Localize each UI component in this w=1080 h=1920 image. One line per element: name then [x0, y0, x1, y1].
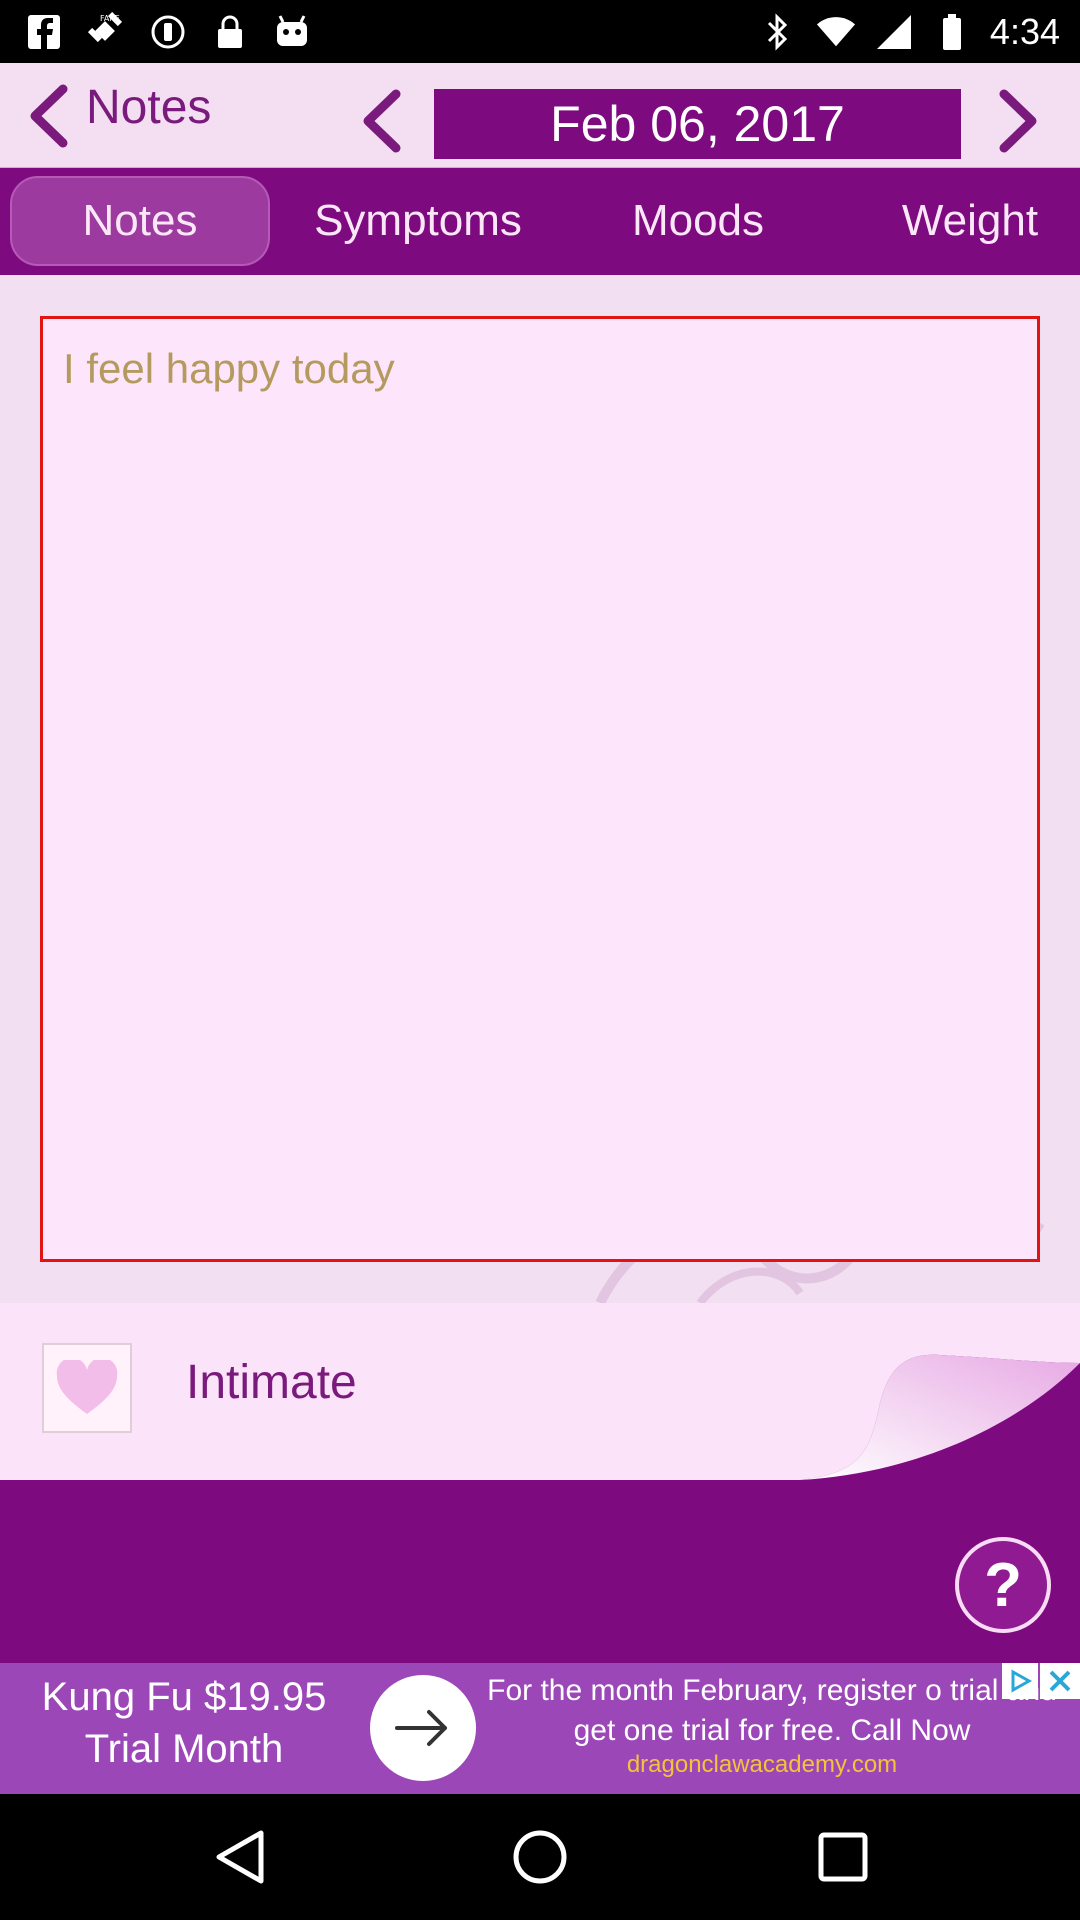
note-text-area[interactable]: I feel happy today: [40, 316, 1040, 1262]
chevron-right-icon: [999, 89, 1037, 153]
app-header: Notes Feb 06, 2017: [0, 63, 1080, 168]
tab-bar: Notes Symptoms Moods Weight: [0, 168, 1080, 275]
status-time: 4:34: [989, 11, 1060, 52]
tab-notes[interactable]: Notes: [10, 176, 270, 266]
intimate-row: Intimate: [0, 1303, 1080, 1480]
bluetooth-icon: [758, 12, 798, 52]
arrow-right-icon: [395, 1710, 447, 1746]
facebook-icon: [24, 12, 64, 52]
lock-icon: [210, 12, 250, 52]
tab-weight[interactable]: Weight: [860, 176, 1080, 266]
intimate-label: Intimate: [186, 1356, 357, 1409]
ad-banner[interactable]: Kung Fu $19.95 Trial Month For the month…: [0, 1663, 1080, 1794]
page-curl-decoration: [800, 1354, 1080, 1480]
help-button[interactable]: ?: [955, 1537, 1051, 1633]
ad-url: dragonclawacademy.com: [626, 1751, 898, 1778]
ad-close-icon[interactable]: [1040, 1663, 1080, 1699]
intimate-checkbox[interactable]: [42, 1343, 132, 1433]
previous-date-button[interactable]: [345, 81, 415, 161]
system-nav-bar: [0, 1794, 1080, 1920]
ad-title: Kung Fu $19.95 Trial Month: [41, 1675, 327, 1771]
next-date-button[interactable]: [985, 81, 1055, 161]
heart-icon: [56, 1360, 118, 1414]
nav-home-icon[interactable]: [505, 1822, 575, 1892]
battery-icon: [932, 12, 972, 52]
date-display[interactable]: Feb 06, 2017: [434, 89, 961, 159]
chevron-left-icon: [363, 89, 401, 153]
ad-choices-icon[interactable]: [1002, 1663, 1038, 1699]
android-icon: [272, 12, 312, 52]
note-text: I feel happy today: [63, 345, 395, 392]
sync-icon: [148, 12, 188, 52]
notes-content-area: I feel happy today: [0, 275, 1080, 1303]
signal-icon: [874, 12, 914, 52]
wifi-icon: [816, 12, 856, 52]
bottom-panel: ?: [0, 1480, 1080, 1663]
chevron-left-icon: [12, 63, 82, 168]
tab-moods[interactable]: Moods: [580, 176, 816, 266]
svg-text:FAKE: FAKE: [100, 14, 120, 23]
tab-symptoms[interactable]: Symptoms: [290, 176, 546, 266]
nav-back-icon[interactable]: [205, 1822, 275, 1892]
ad-arrow-button[interactable]: [370, 1675, 476, 1781]
back-button[interactable]: Notes: [12, 63, 272, 168]
back-label: Notes: [86, 81, 212, 134]
fake-gps-icon: FAKE: [86, 12, 126, 52]
status-bar: FAKE 4:34: [0, 0, 1080, 63]
nav-recents-icon[interactable]: [808, 1822, 878, 1892]
ad-body-text: For the month February, register o trial…: [487, 1674, 1057, 1747]
